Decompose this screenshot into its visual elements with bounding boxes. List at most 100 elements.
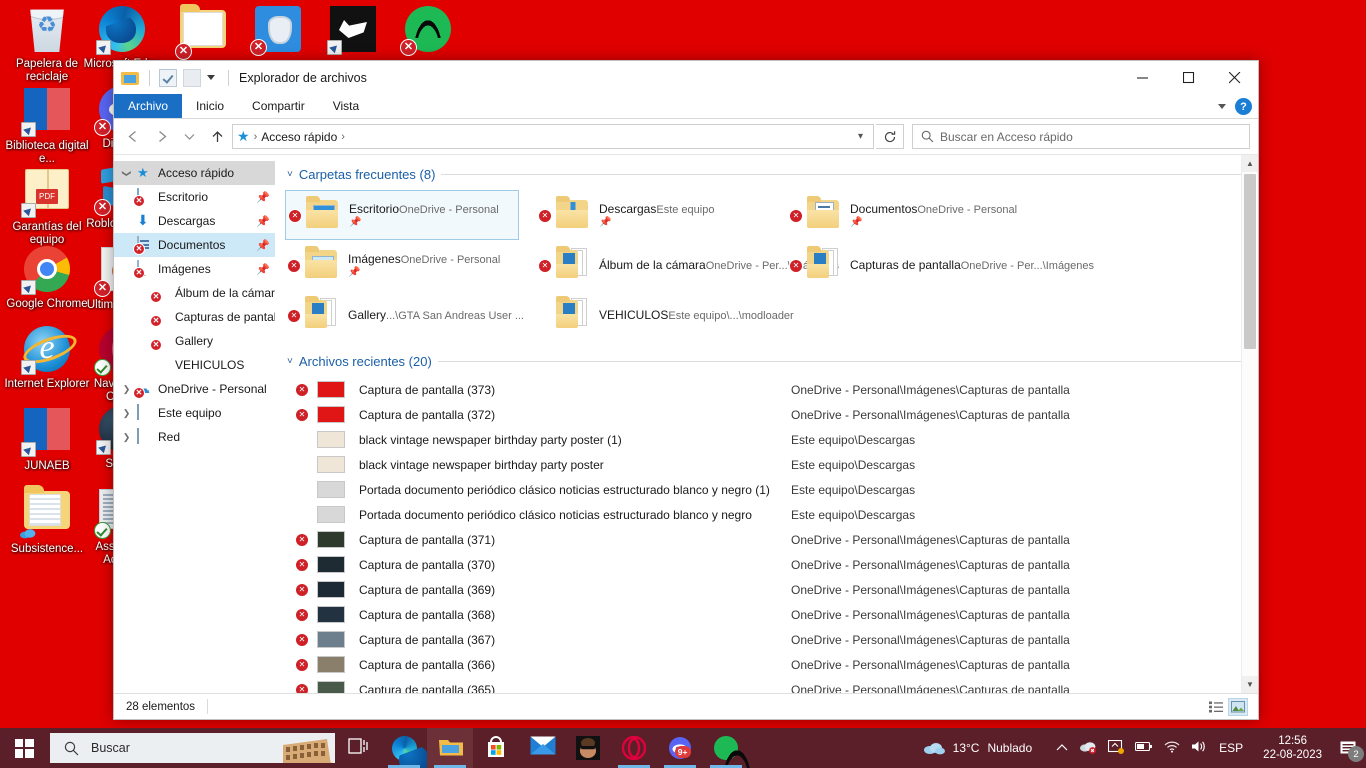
sidebar-item-este-equipo[interactable]: ❯ Este equipo [114,401,275,425]
pin-icon[interactable]: 📌 [256,215,270,228]
up-button[interactable] [204,124,230,150]
tab-archivo[interactable]: Archivo [114,94,183,118]
desktop-icon-internet-explorer[interactable]: Internet Explorer [4,326,90,391]
desktop-icon-spotify[interactable]: ✕ [385,6,471,58]
sidebar-item-im-genes[interactable]: ✕ Imágenes 📌 [114,257,275,281]
file-row[interactable]: Captura de pantalla (370) OneDrive - Pers… [287,552,1258,577]
sidebar-item-gallery[interactable]: ✕ Gallery [114,329,275,353]
scrollbar-thumb[interactable] [1244,174,1256,349]
ribbon-tabs[interactable]: Archivo Inicio Compartir Vista ? [114,94,1258,119]
chevron-right-icon[interactable]: ❯ [120,384,133,395]
sidebar-item-descargas[interactable]: ⬇ Descargas 📌 [114,209,275,233]
window-title-bar[interactable]: Explorador de archivos [114,61,1258,94]
sidebar-item-escritorio[interactable]: ✕ Escritorio 📌 [114,185,275,209]
folder-tile[interactable]: Capturas de pantallaOneDrive - Per...\Im… [787,240,1094,290]
desktop-icon-security-shield[interactable]: ✕ [235,6,321,58]
frequent-folders-grid[interactable]: EscritorioOneDrive - Personal📌DescargasE… [285,190,1258,340]
taskbar-button-opera-gx[interactable] [611,728,657,768]
refresh-button[interactable] [876,124,904,149]
tray-icons[interactable]: ESP [1046,739,1253,757]
desktop-icon-recycle-bin[interactable]: Papelera de reciclaje [4,6,90,84]
desktop-icon-subsistence-folder[interactable]: Subsistence... [4,485,90,556]
desktop-icon-folder-photos[interactable]: ✕ [160,4,246,62]
properties-icon[interactable] [159,68,177,87]
file-explorer-window[interactable]: Explorador de archivos Archivo Inicio Co… [113,60,1259,720]
file-row[interactable]: Captura de pantalla (371) OneDrive - Pers… [287,527,1258,552]
file-row[interactable]: Captura de pantalla (372) OneDrive - Pers… [287,402,1258,427]
weather-widget[interactable]: 13°C Nublado [909,741,1047,755]
desktop-icon-garantias-pdf[interactable]: Garantías del equipo [4,166,90,247]
pin-icon[interactable]: 📌 [256,191,270,204]
chevron-down-icon[interactable]: ˅ [287,356,293,367]
recent-files-list[interactable]: Captura de pantalla (373) OneDrive - Pers… [287,377,1258,693]
battery-icon[interactable] [1135,741,1153,755]
help-button[interactable]: ? [1235,98,1252,115]
desktop-icon-junaeb[interactable]: JUNAEB [4,406,90,473]
folder-tile[interactable]: DocumentosOneDrive - Personal 📌 [787,190,1021,240]
folder-icon[interactable] [121,70,139,85]
file-row[interactable]: Captura de pantalla (368) OneDrive - Pers… [287,602,1258,627]
desktop-icon-chrome[interactable]: Google Chrome [4,246,90,311]
scroll-down-icon[interactable]: ▼ [1242,676,1258,693]
window-controls[interactable] [1120,61,1258,94]
file-row[interactable]: Portada documento periódico clásico noti… [287,477,1258,502]
chevron-down-icon[interactable]: ˅ [287,169,293,180]
frequent-folders-header[interactable]: ˅ Carpetas frecuentes (8) [287,167,1258,182]
taskbar-search-box[interactable]: Buscar [50,733,335,763]
taskbar-button-task-view[interactable] [335,728,381,768]
notifications-button[interactable]: 2 [1332,728,1366,768]
taskbar[interactable]: Buscar 9+ 13°C Nublado ESP 12:56 22-08-2… [0,728,1366,768]
system-tray[interactable]: 13°C Nublado ESP 12:56 22-08-2023 2 [909,728,1366,768]
file-row[interactable]: Captura de pantalla (366) OneDrive - Pers… [287,652,1258,677]
sidebar-item-acceso-r-pido[interactable]: ❯ ★ Acceso rápido [114,161,275,185]
folder-tile[interactable]: DescargasEste equipo 📌 [536,190,770,240]
large-icons-view-button[interactable] [1228,697,1248,716]
start-button[interactable] [0,728,48,768]
sidebar-item-capturas-de-pantall[interactable]: ✕ Capturas de pantall [114,305,275,329]
file-row[interactable]: Portada documento periódico clásico noti… [287,502,1258,527]
minimize-button[interactable] [1120,61,1166,94]
pin-icon[interactable]: 📌 [256,263,270,276]
volume-icon[interactable] [1191,740,1208,756]
tab-inicio[interactable]: Inicio [182,94,238,118]
file-row[interactable]: black vintage newspaper birthday party p… [287,427,1258,452]
desktop-icon-wolf-app[interactable] [310,6,396,58]
taskbar-button-microsoft-store[interactable] [473,728,519,768]
taskbar-button-edge[interactable] [381,728,427,768]
maximize-button[interactable] [1166,61,1212,94]
taskbar-button-photo-app[interactable] [565,728,611,768]
recent-files-header[interactable]: ˅ Archivos recientes (20) [287,354,1258,369]
scroll-up-icon[interactable]: ▲ [1242,155,1258,172]
address-path-field[interactable]: ★ › Acceso rápido › ▾ [232,124,874,149]
address-dropdown-icon[interactable]: ▾ [852,131,869,142]
address-bar[interactable]: ★ › Acceso rápido › ▾ Buscar en Acceso r… [114,119,1258,154]
chevron-right-icon[interactable]: ❯ [120,432,133,443]
taskbar-button-mail[interactable] [519,728,565,768]
breadcrumb-separator[interactable]: › [341,131,345,143]
content-pane[interactable]: ˅ Carpetas frecuentes (8) EscritorioOneD… [275,155,1258,693]
sidebar-item-documentos[interactable]: ✕ Documentos 📌 [114,233,275,257]
chevron-up-icon[interactable] [1056,741,1068,755]
sidebar-item-lbum-de-la-c-mara[interactable]: ✕ Álbum de la cámara [114,281,275,305]
file-row[interactable]: Captura de pantalla (373) OneDrive - Pers… [287,377,1258,402]
wifi-icon[interactable] [1164,740,1180,756]
taskbar-button-spotify[interactable] [703,728,751,768]
chevron-down-icon[interactable]: ❯ [121,167,132,180]
search-input[interactable]: Buscar en Acceso rápido [912,124,1250,149]
folder-tile[interactable]: VEHICULOSEste equipo\...\modloader [536,290,794,340]
onedrive-error-icon[interactable] [1079,740,1097,757]
file-row[interactable]: black vintage newspaper birthday party p… [287,452,1258,477]
folder-tile[interactable]: Álbum de la cámaraOneDrive - Per...\Imág… [536,240,839,290]
pin-icon[interactable]: 📌 [256,239,270,252]
sidebar-item-red[interactable]: ❯ Red [114,425,275,449]
file-row[interactable]: Captura de pantalla (367) OneDrive - Pers… [287,627,1258,652]
folder-tile[interactable]: ImágenesOneDrive - Personal 📌 [285,240,519,290]
taskbar-button-file-explorer[interactable] [427,728,473,768]
tab-vista[interactable]: Vista [319,94,373,118]
chevron-down-icon[interactable] [1218,104,1226,109]
folder-tile[interactable]: Gallery...\GTA San Andreas User ... [285,290,524,340]
clock[interactable]: 12:56 22-08-2023 [1253,734,1332,762]
back-button[interactable] [120,124,146,150]
navigation-pane[interactable]: ❯ ★ Acceso rápido ✕ Escritorio 📌 ⬇ Descargas 📌 ✕ D… [114,155,275,693]
file-row[interactable]: Captura de pantalla (369) OneDrive - Pers… [287,577,1258,602]
